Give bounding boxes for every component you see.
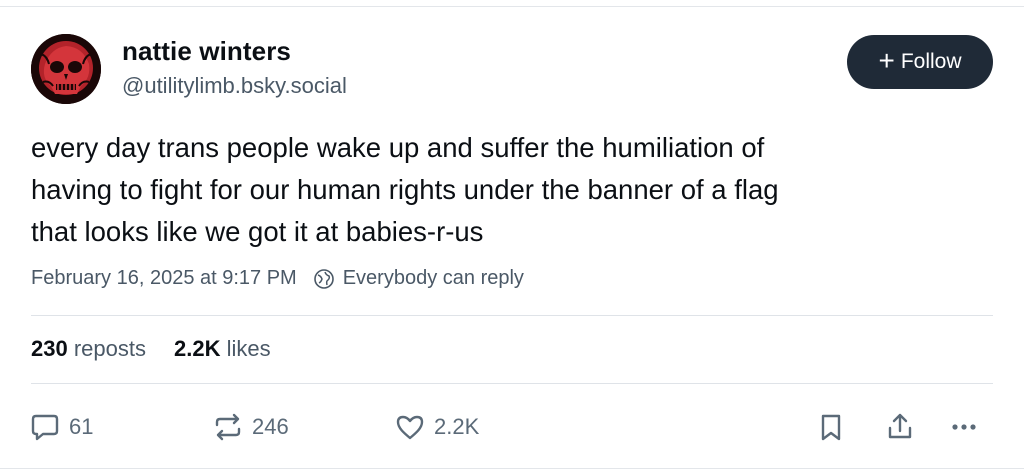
display-name[interactable]: nattie winters [122, 36, 291, 67]
timestamp: February 16, 2025 at 9:17 PM [31, 267, 297, 289]
reply-count: 61 [69, 414, 94, 439]
likes-count: 2.2K [174, 336, 221, 361]
plus-icon: + [878, 44, 895, 76]
follow-label: Follow [900, 50, 962, 73]
engagement-stats: 230 reposts 2.2K likes [31, 336, 271, 362]
post-text-line: that looks like we got it at babies-r-us [31, 216, 484, 247]
like-button[interactable]: 2.2K [394, 411, 479, 443]
repost-icon [215, 413, 241, 441]
reposts-label: reposts [73, 336, 146, 361]
reply-icon [31, 414, 59, 441]
more-options-button[interactable] [948, 411, 980, 443]
reposts-count: 230 [31, 336, 68, 361]
user-handle[interactable]: @utilitylimb.bsky.social [122, 73, 347, 99]
avatar[interactable] [31, 34, 101, 104]
ellipsis-icon [952, 424, 976, 430]
repost-button[interactable]: 246 [212, 411, 289, 443]
red-skull-avatar-icon [31, 34, 101, 104]
bookmark-icon [821, 414, 841, 441]
globe-icon [313, 268, 335, 290]
divider [31, 383, 993, 384]
share-icon [888, 413, 912, 439]
like-count: 2.2K [434, 414, 480, 439]
top-border [0, 6, 1024, 7]
post-meta: February 16, 2025 at 9:17 PM Everybody c… [31, 267, 524, 290]
divider [31, 315, 993, 316]
reply-button[interactable]: 61 [29, 411, 93, 443]
post-text-line: having to fight for our human rights und… [31, 174, 779, 205]
reposts-stat[interactable]: 230 reposts [31, 336, 146, 362]
post-text-line: every day trans people wake up and suffe… [31, 132, 765, 163]
reply-setting[interactable]: Everybody can reply [343, 267, 524, 290]
action-bar: 61 246 2.2K [0, 405, 1024, 449]
follow-button[interactable]: + Follow [847, 35, 993, 89]
bottom-border [0, 468, 1024, 469]
share-button[interactable] [884, 411, 916, 443]
repost-count: 246 [252, 414, 289, 439]
bookmark-button[interactable] [815, 411, 847, 443]
likes-label: likes [226, 336, 271, 361]
likes-stat[interactable]: 2.2K likes [174, 336, 271, 362]
heart-icon [396, 415, 424, 440]
post-text: every day trans people wake up and suffe… [31, 127, 981, 253]
